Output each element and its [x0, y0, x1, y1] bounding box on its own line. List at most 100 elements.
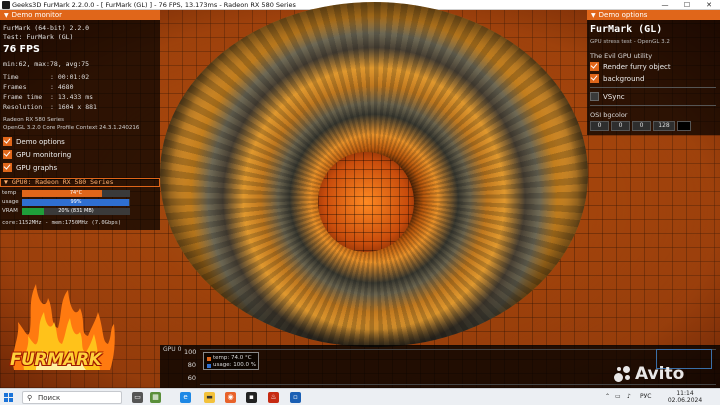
stat-label-frames: Frames — [3, 83, 27, 91]
stat-value-time: : 00:01:02 — [50, 73, 90, 81]
stat-label-resolution: Resolution — [3, 103, 43, 111]
legend-label: temp: 74.0 °C — [213, 355, 252, 361]
divider — [590, 87, 716, 88]
demo-options-panel: ▼ Demo options FurMark (GL) GPU stress te… — [587, 10, 720, 135]
checkbox-label: GPU graphs — [16, 163, 58, 172]
bar-label: VRAM — [2, 208, 18, 214]
furmark-logo-text: FURMARK — [10, 350, 102, 370]
tray-chevron-icon[interactable]: ⌃ — [605, 393, 610, 400]
gpu-usage-bar: usage 99% — [2, 199, 132, 206]
checkbox-checked-icon — [3, 162, 12, 172]
bar-value: 74°C — [69, 190, 83, 196]
checkbox-checked-icon — [3, 149, 12, 159]
checkbox-label: Render furry object — [603, 62, 671, 71]
test-subtitle: GPU stress test - OpenGL 3.2 — [590, 39, 670, 45]
demo-options-title: Demo options — [598, 11, 648, 19]
legend-swatch — [207, 356, 211, 361]
window-title: Geeks3D FurMark 2.2.0.0 - [ FurMark (GL)… — [12, 1, 296, 9]
checkbox-checked-icon — [3, 136, 12, 146]
close-button[interactable]: ✕ — [698, 0, 720, 10]
osi-green-input[interactable]: 0 — [611, 121, 630, 131]
checkbox-background[interactable]: background — [590, 73, 644, 84]
osi-red-input[interactable]: 0 — [590, 121, 609, 131]
maximize-button[interactable]: ☐ — [676, 0, 698, 10]
legend-item-temp: temp: 74.0 °C — [207, 355, 252, 362]
fps-minmax: min:62, max:78, avg:75 — [3, 60, 90, 68]
furmark-taskbar-icon[interactable]: ♨ — [268, 392, 279, 403]
stat-value-frametime: : 13.433 ms — [50, 93, 94, 101]
gpu0-header[interactable]: ▼ GPU0: Radeon RX 580 Series — [0, 178, 160, 187]
osi-alpha-input[interactable]: 128 — [653, 121, 675, 131]
graph-y-tick: 100 — [184, 348, 197, 356]
edge-icon[interactable]: e — [180, 392, 191, 403]
collapse-triangle-icon: ▼ — [4, 178, 12, 186]
taskbar-search[interactable]: ⚲ Поиск — [22, 391, 122, 404]
start-button[interactable] — [4, 393, 14, 403]
checkbox-demo-options[interactable]: Demo options — [3, 136, 65, 147]
demo-monitor-panel: ▼ Demo monitor FurMark (64-bit) 2.2.0 Tes… — [0, 10, 160, 180]
graph-y-tick: 80 — [187, 361, 196, 369]
stat-label-frametime: Frame time — [3, 93, 43, 101]
gpu0-title: GPU0: Radeon RX 580 Series — [11, 178, 114, 186]
graph-gpu-label: GPU 0 — [163, 346, 182, 353]
gpu-vram-bar: VRAM 20% (831 MB) — [2, 208, 132, 215]
avito-logo-icon — [614, 365, 632, 383]
file-explorer-icon[interactable]: ▬ — [204, 392, 215, 403]
task-view-icon[interactable]: ▭ — [132, 392, 143, 403]
minimize-button[interactable]: — — [654, 0, 676, 10]
graph-legend: temp: 74.0 °C usage: 100.0 % — [203, 352, 259, 370]
app-icon[interactable]: ▪ — [246, 392, 257, 403]
checkbox-checked-icon — [590, 61, 599, 71]
stat-label-time: Time — [3, 73, 19, 81]
network-icon[interactable]: ▭ — [615, 393, 621, 400]
gl-context-info: OpenGL 3.2.0 Core Profile Context 24.3.1… — [3, 125, 140, 131]
checkbox-vsync[interactable]: VSync — [590, 91, 625, 102]
search-placeholder: Поиск — [38, 394, 61, 402]
demo-monitor-title: Demo monitor — [11, 11, 63, 19]
firefox-icon[interactable]: ◉ — [225, 392, 236, 403]
legend-item-usage: usage: 100.0 % — [207, 362, 256, 369]
widgets-icon[interactable]: ▦ — [150, 392, 161, 403]
demo-options-header[interactable]: ▼ Demo options — [587, 10, 720, 20]
legend-swatch — [207, 363, 211, 368]
collapse-triangle-icon: ▼ — [4, 12, 9, 19]
gpu-clocks: core:1152MHz - mem:1750MHz (7.0Gbps) — [2, 220, 122, 226]
legend-label: usage: 100.0 % — [213, 362, 256, 368]
search-icon: ⚲ — [27, 394, 33, 402]
divider — [590, 105, 716, 106]
taskbar-clock[interactable]: 11:14 02.06.2024 — [665, 390, 705, 404]
checkbox-label: VSync — [603, 92, 625, 101]
checkbox-gpu-graphs[interactable]: GPU graphs — [3, 162, 57, 173]
checkbox-render-furry-object[interactable]: Render furry object — [590, 61, 671, 72]
test-name: Test: FurMark (GL) — [3, 33, 74, 41]
clock-date: 02.06.2024 — [667, 397, 703, 404]
bar-label: temp — [2, 190, 17, 196]
app-version: FurMark (64-bit) 2.2.0 — [3, 24, 90, 32]
windows-taskbar: ⚲ Поиск ▭ ▦ e ▬ ◉ ▪ ♨ ▫ ⌃ ▭ ♪ РУС 11:14 … — [0, 388, 720, 405]
gpu0-monitor: ▼ GPU0: Radeon RX 580 Series temp 74°C u… — [0, 178, 160, 230]
checkbox-label: background — [603, 74, 645, 83]
checkbox-label: GPU monitoring — [16, 150, 72, 159]
checkbox-label: Demo options — [16, 137, 65, 146]
demo-monitor-header[interactable]: ▼ Demo monitor — [0, 10, 160, 20]
osi-color-swatch[interactable] — [677, 121, 691, 131]
osi-bgcolor-inputs: 0 0 0 128 — [590, 121, 691, 131]
volume-icon[interactable]: ♪ — [627, 393, 631, 400]
checkbox-checked-icon — [590, 73, 599, 83]
torus-center — [318, 152, 414, 252]
stat-value-frames: : 4680 — [50, 83, 74, 91]
gpu-temp-bar: temp 74°C — [2, 190, 132, 197]
clock-time: 11:14 — [676, 390, 694, 397]
app-window-icon[interactable]: ▫ — [290, 392, 301, 403]
checkbox-unchecked-icon — [590, 92, 599, 101]
utility-tagline: The Evil GPU utility — [590, 52, 653, 60]
collapse-triangle-icon: ▼ — [591, 12, 596, 19]
stat-value-resolution: : 1604 x 881 — [50, 103, 97, 111]
app-icon — [2, 1, 10, 9]
bar-label: usage — [2, 199, 19, 205]
avito-watermark-text: Avito — [635, 364, 685, 384]
graph-y-tick: 60 — [187, 374, 196, 382]
checkbox-gpu-monitoring[interactable]: GPU monitoring — [3, 149, 71, 160]
language-indicator[interactable]: РУС — [640, 393, 651, 400]
osi-blue-input[interactable]: 0 — [632, 121, 651, 131]
